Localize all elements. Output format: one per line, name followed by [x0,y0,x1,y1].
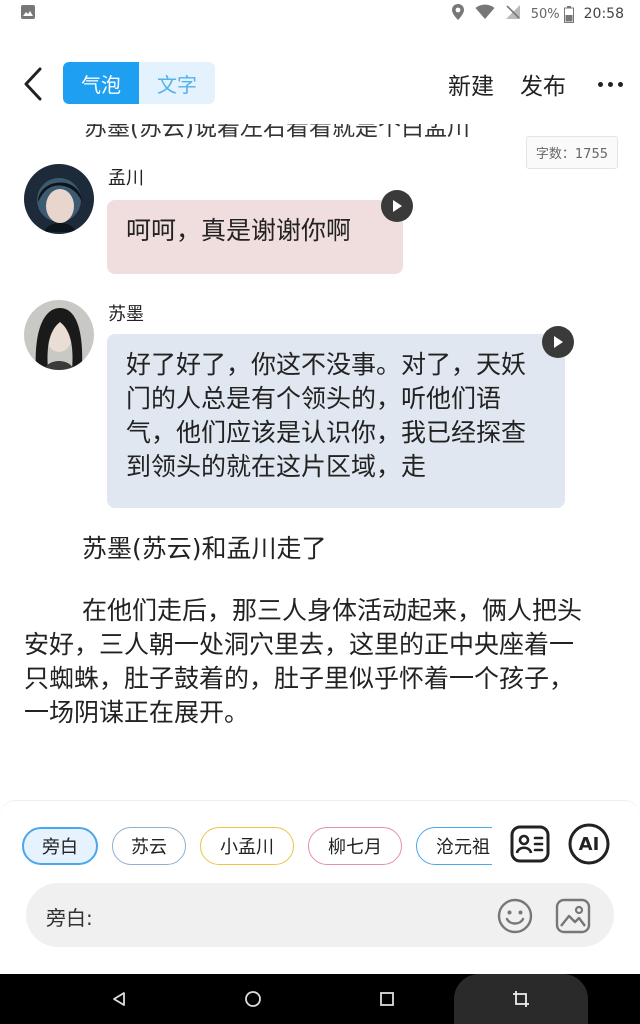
circle-home-icon [245,991,261,1007]
dialogue-input[interactable] [106,897,486,933]
play-icon [554,336,563,348]
chevron-left-icon [24,67,42,101]
role-selector: 旁白 苏云 小孟川 柳七月 沧元祖 [22,827,492,865]
ai-button[interactable]: AI [568,823,610,865]
top-actions: 新建 发布 [448,56,640,112]
ai-label: AI [578,833,600,855]
nav-home-button[interactable] [238,974,268,1024]
publish-button[interactable]: 发布 [520,67,566,101]
cut-off-narration: 苏墨(苏云)说着左右看看就是个白孟川 [84,124,470,141]
emoji-button[interactable] [496,897,534,935]
mode-toggle: 气泡 文字 [63,62,215,104]
narration-paragraph[interactable]: 在他们走后，那三人身体活动起来，俩人把头安好，三人朝一处洞穴里去，这里的正中央座… [24,594,594,730]
triangle-back-icon [113,992,125,1006]
avatar[interactable] [24,164,94,234]
crop-icon [513,991,529,1007]
nav-back-button[interactable] [104,974,134,1024]
tab-bubble[interactable]: 气泡 [63,62,139,104]
input-role-label: 旁白: [46,906,93,930]
no-signal-icon [505,4,521,24]
character-card-button[interactable] [509,823,551,865]
speaker-name: 孟川 [108,168,144,189]
nav-screenshot-button[interactable] [506,974,536,1024]
role-chip-cangyuanzu[interactable]: 沧元祖 [416,827,492,865]
battery-icon: 50% [530,5,574,23]
image-button[interactable] [554,897,592,935]
word-count-badge: 字数：1755 [525,136,618,169]
new-button[interactable]: 新建 [448,67,494,101]
image-icon [555,898,591,934]
contact-card-icon [510,825,550,863]
speaker-name: 苏墨 [108,304,144,325]
nav-recents-button[interactable] [372,974,402,1024]
role-chip-liuqiyue[interactable]: 柳七月 [308,827,402,865]
status-time: 20:58 [583,6,624,22]
play-icon [393,200,402,212]
square-recents-icon [380,992,394,1006]
gallery-notification-icon [20,4,36,24]
narration-paragraph[interactable]: 苏墨(苏云)和孟川走了 [24,532,594,566]
wifi-icon [475,4,495,24]
avatar[interactable] [24,300,94,370]
message-bubble[interactable]: 呵呵，真是谢谢你啊 [107,200,403,274]
role-chip-xiaomengchuan[interactable]: 小孟川 [200,827,294,865]
more-options-button[interactable] [580,56,640,112]
play-audio-button[interactable] [542,326,574,358]
story-content[interactable]: 苏墨(苏云)说着左右看看就是个白孟川 字数：1755 孟川 呵呵，真是谢谢你啊 [0,124,640,800]
tab-text[interactable]: 文字 [139,62,215,104]
top-bar: 气泡 文字 新建 发布 [0,56,640,112]
system-nav-bar [0,974,640,1024]
location-icon [451,3,465,25]
play-audio-button[interactable] [381,190,413,222]
role-chip-suyun[interactable]: 苏云 [112,827,186,865]
status-bar: 50% 20:58 [0,0,640,28]
message-bubble[interactable]: 好了好了，你这不没事。对了，天妖门的人总是有个领头的，听他们语气，他们应该是认识… [107,334,565,508]
role-chip-narrator[interactable]: 旁白 [22,827,98,865]
dialogue-editor: 旁白 苏云 小孟川 柳七月 沧元祖 AI 旁白: [0,800,640,974]
smiley-icon [497,898,533,934]
back-button[interactable] [18,62,48,106]
more-icon [597,81,603,87]
dialogue-input-bar: 旁白: [26,883,614,947]
battery-percent: 50% [530,6,560,22]
